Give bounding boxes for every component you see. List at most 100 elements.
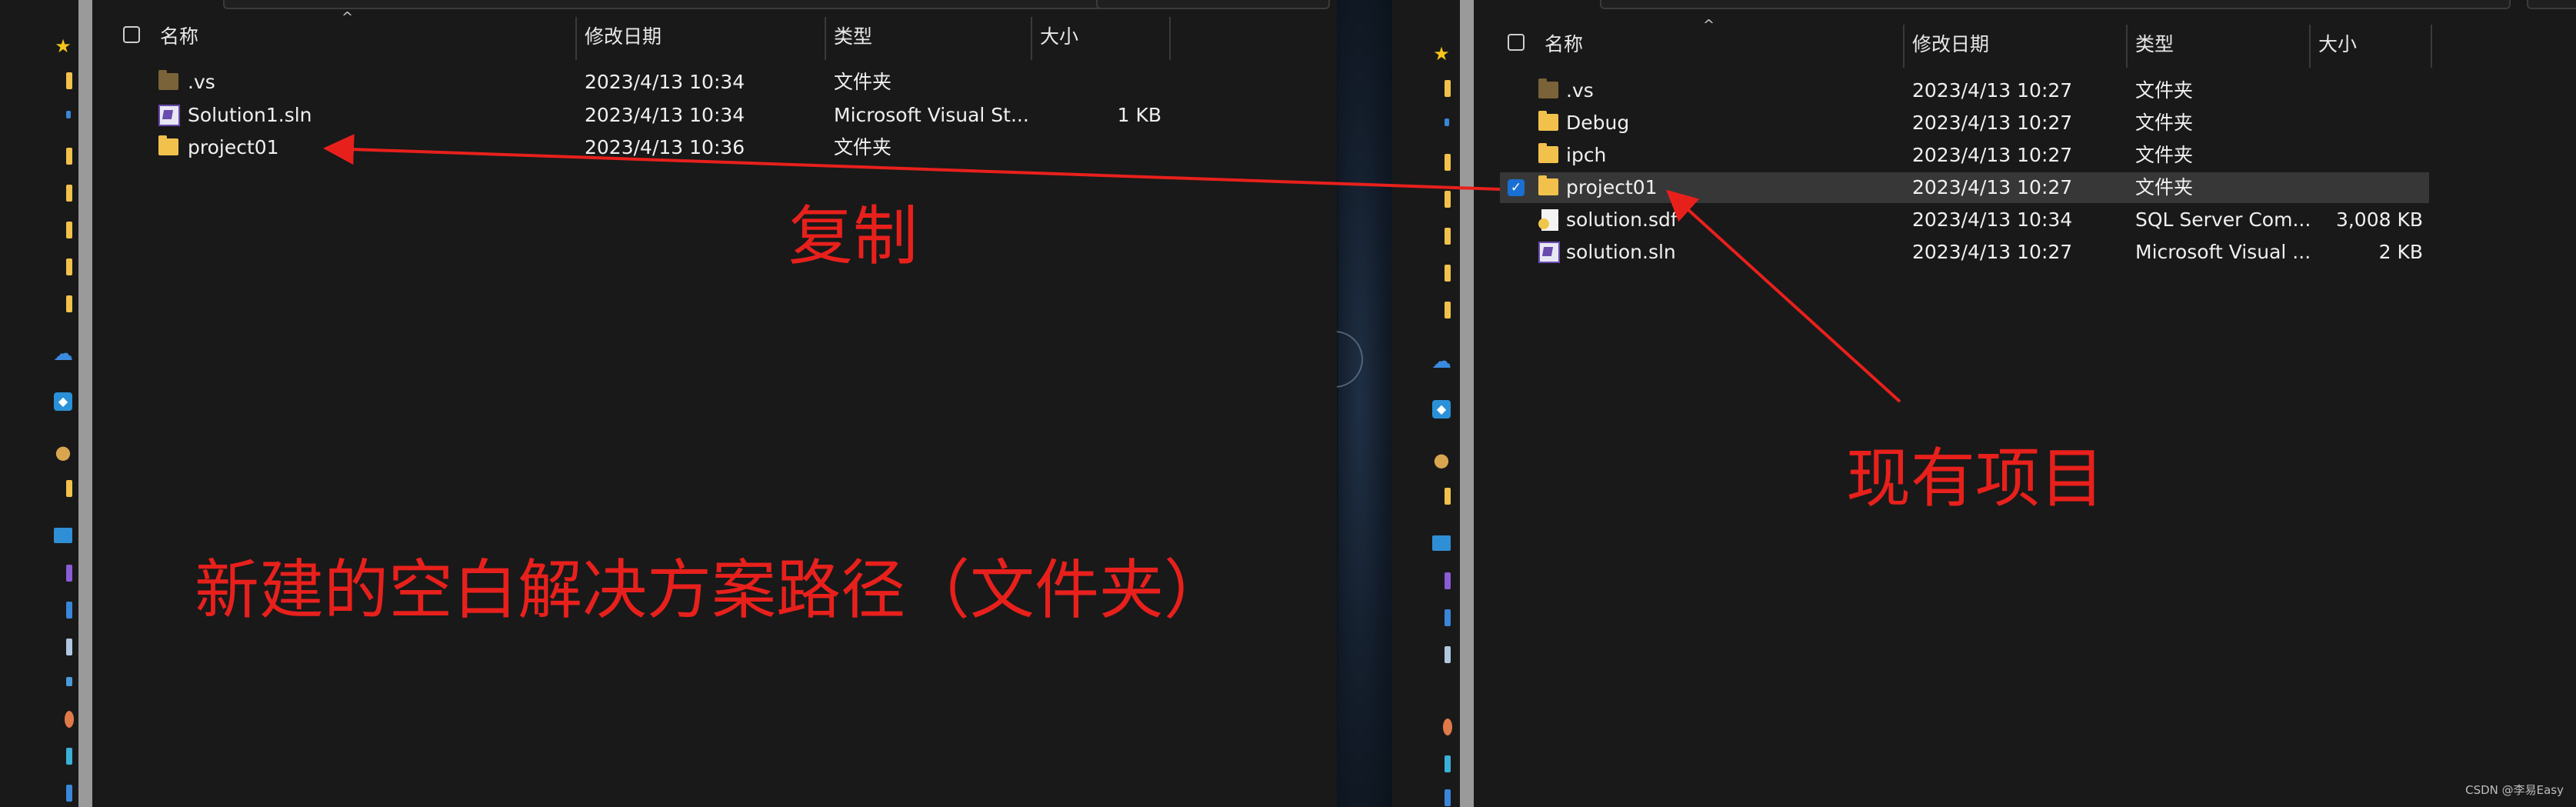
file-name: .vs — [188, 71, 215, 93]
column-header-date[interactable]: 修改日期 — [585, 17, 661, 57]
file-row[interactable]: Debug 2023/4/13 10:27 文件夹 — [1485, 108, 2429, 138]
column-divider[interactable] — [1031, 17, 1032, 60]
nav-download-icon[interactable] — [1445, 118, 1449, 126]
file-row[interactable]: .vs 2023/4/13 10:34 文件夹 — [100, 67, 1177, 98]
column-header-size[interactable]: 大小 — [2318, 25, 2357, 65]
file-size: 2 KB — [2378, 241, 2423, 263]
onedrive-cloud-icon[interactable]: ☁ — [52, 343, 74, 365]
nav-folder-icon[interactable] — [66, 222, 72, 238]
quick-access-star-icon[interactable]: ★ — [52, 35, 74, 57]
explorer-window-right: ★ ☁ ◆ ● 名称 ^ 修改日期 类型 大小 .vs 2023/4/13 10… — [1392, 0, 2576, 807]
nav-folder-icon[interactable] — [66, 295, 72, 312]
nav-music-icon[interactable] — [66, 677, 72, 686]
navigation-pane: ★ ☁ ◆ ● — [1392, 0, 1485, 807]
nav-folder-icon[interactable] — [1445, 228, 1451, 245]
nav-library-icon[interactable] — [1445, 572, 1451, 589]
file-row[interactable]: .vs 2023/4/13 10:27 文件夹 — [1485, 75, 2429, 106]
file-name: .vs — [1566, 79, 1594, 102]
nav-drive-icon[interactable] — [66, 602, 72, 619]
nav-folder-icon[interactable] — [66, 72, 72, 89]
column-divider[interactable] — [825, 17, 826, 60]
select-all-checkbox[interactable] — [123, 26, 140, 43]
file-list: 名称 ^ 修改日期 类型 大小 .vs 2023/4/13 10:27 文件夹 … — [1485, 0, 2576, 807]
file-date: 2023/4/13 10:27 — [1912, 112, 2073, 134]
column-header-type[interactable]: 类型 — [2135, 25, 2174, 65]
sql-database-file-icon — [1538, 209, 1558, 231]
file-row[interactable]: solution.sln 2023/4/13 10:27 Microsoft V… — [1485, 237, 2429, 268]
nav-folder-icon[interactable] — [1445, 154, 1451, 171]
file-size — [1046, 132, 1161, 163]
this-pc-icon[interactable] — [54, 528, 72, 543]
nav-folder-icon[interactable] — [66, 258, 72, 275]
nav-acorn-icon[interactable]: ● — [52, 442, 74, 463]
address-bar[interactable] — [1600, 0, 2511, 9]
file-row[interactable]: ipch 2023/4/13 10:27 文件夹 — [1485, 140, 2429, 171]
nav-folder-icon[interactable] — [1445, 80, 1451, 97]
nav-drive-icon[interactable] — [1445, 789, 1451, 806]
nav-folder-icon[interactable] — [1445, 265, 1451, 282]
file-row[interactable]: project01 2023/4/13 10:36 文件夹 — [100, 132, 1177, 163]
file-size — [2308, 140, 2423, 171]
file-row[interactable]: Solution1.sln 2023/4/13 10:34 Microsoft … — [100, 100, 1177, 131]
nav-drive-icon[interactable] — [1445, 646, 1451, 663]
file-size — [1046, 67, 1161, 98]
nav-folder-icon[interactable] — [66, 480, 72, 497]
nav-media-icon[interactable] — [65, 711, 74, 728]
column-divider[interactable] — [1903, 25, 1905, 68]
sort-ascending-icon: ^ — [342, 9, 354, 25]
nav-download-icon[interactable] — [66, 111, 71, 118]
address-bar[interactable] — [223, 0, 1188, 9]
nav-drive-icon[interactable] — [1445, 755, 1451, 772]
quick-access-star-icon[interactable]: ★ — [1431, 43, 1452, 65]
file-name: solution.sln — [1566, 241, 1676, 263]
nav-drive-icon[interactable] — [66, 748, 72, 765]
file-type: Microsoft Visual ... — [2135, 241, 2311, 263]
file-type: Microsoft Visual St... — [834, 104, 1029, 126]
navigation-scrollbar[interactable] — [78, 0, 92, 807]
file-type: 文件夹 — [2135, 144, 2194, 166]
this-pc-icon[interactable] — [1432, 535, 1451, 551]
nav-library-icon[interactable] — [66, 565, 72, 582]
navigation-scrollbar[interactable] — [1460, 0, 1474, 807]
search-box[interactable] — [2527, 0, 2576, 9]
nav-acorn-icon[interactable]: ● — [1431, 449, 1452, 471]
nav-folder-icon[interactable] — [66, 148, 72, 165]
file-type: 文件夹 — [834, 136, 892, 158]
nav-folder-icon[interactable] — [1445, 302, 1451, 318]
column-header-name[interactable]: 名称 — [160, 17, 198, 57]
column-divider[interactable] — [2309, 25, 2311, 68]
nav-folder-icon[interactable] — [1445, 488, 1451, 505]
column-header-size[interactable]: 大小 — [1040, 17, 1078, 57]
column-divider[interactable] — [2126, 25, 2128, 68]
nav-folder-icon[interactable] — [1445, 191, 1451, 208]
nav-drive-icon[interactable] — [66, 785, 72, 802]
column-divider[interactable] — [1169, 17, 1171, 60]
folder-icon — [1538, 143, 1558, 163]
file-type: SQL Server Com... — [2135, 208, 2311, 231]
annotation-existing-project: 现有项目 — [1846, 441, 2105, 516]
file-size — [2308, 172, 2423, 203]
file-name: ipch — [1566, 144, 1607, 166]
search-box[interactable] — [1096, 0, 1330, 9]
nav-media-icon[interactable] — [1443, 719, 1452, 735]
nav-drive-icon[interactable] — [66, 639, 72, 655]
folder-dark-icon — [1538, 78, 1558, 98]
row-checkbox-checked[interactable]: ✓ — [1508, 179, 1525, 196]
column-header-date[interactable]: 修改日期 — [1912, 25, 1989, 65]
nav-app-icon[interactable]: ◆ — [54, 392, 72, 411]
column-divider[interactable] — [575, 17, 577, 60]
nav-app-icon[interactable]: ◆ — [1432, 400, 1451, 419]
column-header-type[interactable]: 类型 — [834, 17, 872, 57]
select-all-checkbox[interactable] — [1508, 34, 1525, 51]
file-date: 2023/4/13 10:27 — [1912, 144, 2073, 166]
nav-drive-icon[interactable] — [1445, 609, 1451, 626]
sort-ascending-icon: ^ — [1703, 17, 1715, 33]
file-type: 文件夹 — [834, 71, 892, 93]
column-divider[interactable] — [2431, 25, 2432, 68]
file-row[interactable]: solution.sdf 2023/4/13 10:34 SQL Server … — [1485, 205, 2429, 235]
onedrive-cloud-icon[interactable]: ☁ — [1431, 351, 1452, 372]
file-row-selected[interactable]: ✓ project01 2023/4/13 10:27 文件夹 — [1500, 172, 2429, 203]
column-header-row: 名称 ^ 修改日期 类型 大小 — [100, 9, 1337, 60]
column-header-name[interactable]: 名称 — [1545, 25, 1583, 65]
nav-folder-icon[interactable] — [66, 185, 72, 202]
